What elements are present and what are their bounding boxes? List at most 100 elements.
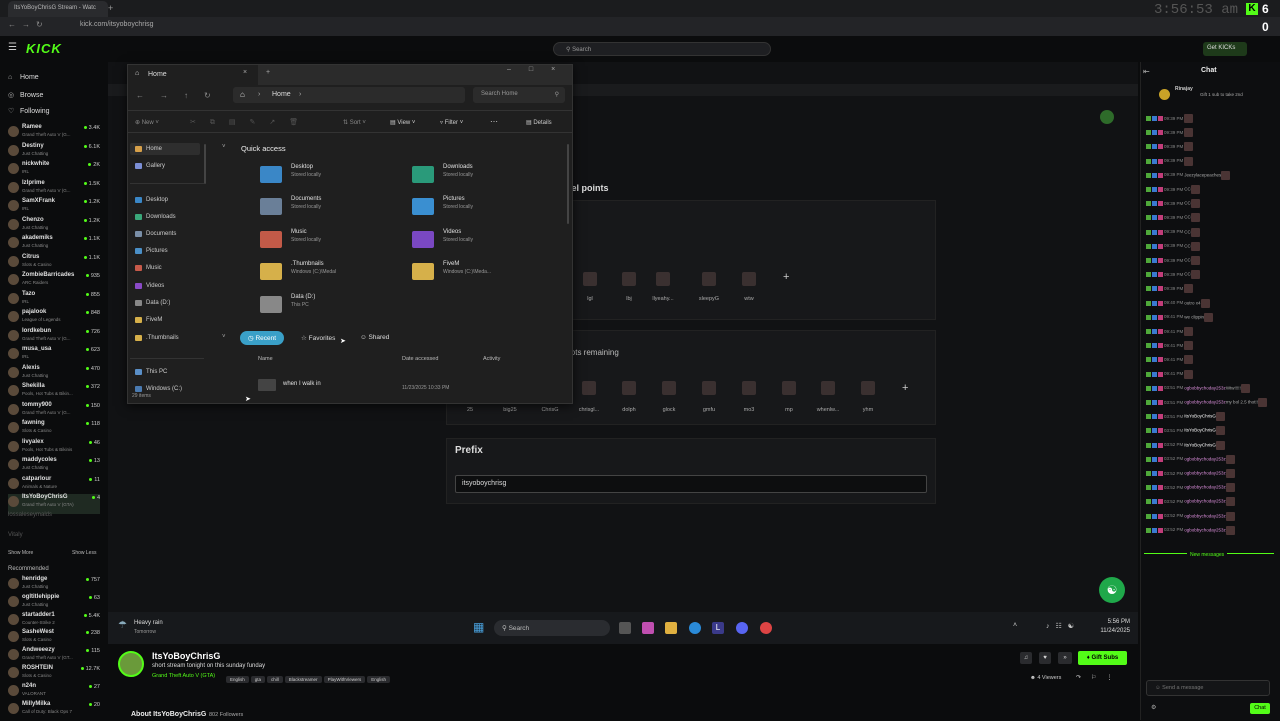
explorer-nav-item[interactable]: Gallery — [130, 160, 200, 172]
chat-message[interactable]: 09:39 PMCC — [1146, 241, 1274, 256]
obs-icon[interactable] — [760, 622, 772, 634]
task-view-icon[interactable] — [619, 622, 631, 634]
channel-item[interactable]: Ramee Grand Theft Auto V (G... 3.4K — [8, 124, 100, 144]
weather-icon[interactable]: ☂ — [118, 620, 130, 632]
channel-item[interactable]: akademiks Just Chatting 1.1K — [8, 235, 100, 255]
chat-message[interactable]: 09:41 PMwe clippin — [1146, 312, 1274, 327]
window-controls[interactable]: –□× — [507, 66, 573, 73]
chat-username[interactable]: ogbobbychoday253z — [1184, 499, 1226, 504]
new-button[interactable]: ⊕ New ˅ — [135, 119, 159, 126]
chat-message[interactable]: 03:52 PMogbobbychoday253z — [1146, 483, 1274, 497]
stream-tag[interactable]: PlayWithViewers — [323, 676, 366, 683]
add-emote-button[interactable]: + — [783, 271, 789, 283]
channel-item[interactable]: Chenzo Just Chatting 1.2K — [8, 217, 100, 237]
search-input[interactable]: ⚲ Search — [553, 42, 771, 56]
column-date-accessed[interactable]: Date accessed — [402, 356, 438, 362]
menu-icon[interactable]: ☰ — [8, 42, 17, 53]
chat-message[interactable]: 03:51 PMogbobbychoday253zmy bol 2.5 thot… — [1146, 398, 1274, 412]
chat-message[interactable]: 03:51 PMItsYoBoyChrisG — [1146, 426, 1274, 440]
chat-username[interactable]: ogbobbychoday253z — [1184, 527, 1226, 532]
explorer-nav-item[interactable]: Home — [130, 143, 200, 155]
folder-icon[interactable] — [412, 263, 434, 280]
sidebar-item-home[interactable]: ⌂ Home — [8, 74, 39, 81]
channel-item[interactable]: Citrus Slots & Casino 1.1K — [8, 254, 100, 274]
avatar[interactable] — [1100, 110, 1114, 124]
column-name[interactable]: Name — [258, 356, 273, 362]
channel-item[interactable]: maddycoles Just Chatting 13 — [8, 457, 100, 477]
chat-message[interactable]: 09:39 PMCC — [1146, 256, 1274, 270]
channel-item[interactable]: fawning Slots & Casino 118 — [8, 420, 100, 440]
show-less-button[interactable]: Show Less — [72, 550, 96, 556]
emote-image[interactable] — [742, 272, 756, 286]
channel-item[interactable]: ZombieBarricades ARC Raiders 935 — [8, 272, 100, 292]
stream-tag[interactable]: English — [226, 676, 249, 683]
folder-icon[interactable] — [412, 231, 434, 248]
chat-message[interactable]: 09:39 PM — [1146, 156, 1274, 171]
chat-message[interactable]: 09:39 PMCC — [1146, 270, 1274, 284]
chat-message[interactable]: 09:39 PMCC — [1146, 227, 1274, 242]
taskbar-time[interactable]: 5:56 PM — [1100, 619, 1130, 625]
emote-image[interactable] — [821, 381, 835, 395]
channel-item[interactable]: Tazo IRL 855 — [8, 291, 100, 311]
edge-icon[interactable] — [689, 622, 701, 634]
browser-tab[interactable]: ItsYoBoyChrisG Stream - Watc — [8, 1, 108, 17]
folder-icon[interactable] — [412, 198, 434, 215]
folder-icon[interactable] — [260, 231, 282, 248]
channel-item[interactable]: tommy900 Grand Theft Auto V (G... 150 — [8, 402, 100, 422]
taskbar-date[interactable]: 11/24/2025 — [1090, 628, 1130, 634]
favorites-tab[interactable]: ☆ Favorites — [293, 331, 343, 345]
new-tab-icon[interactable]: + — [266, 69, 270, 76]
settings-icon[interactable]: ⚙ — [1151, 704, 1156, 711]
chat-username[interactable]: ogbobbychoday253z — [1184, 385, 1226, 390]
chevron-down-icon[interactable]: ˅ — [222, 144, 226, 150]
chevron-right-icon[interactable]: › — [299, 91, 301, 98]
view-button[interactable]: ▤ View ˅ — [390, 119, 415, 126]
explorer-nav-buttons[interactable]: ←→↑↻ — [136, 91, 227, 100]
channel-item[interactable]: Destiny Just Chatting 6.1K — [8, 143, 100, 163]
pinned-user[interactable]: Rinajay — [1175, 86, 1193, 92]
chevron-up-icon[interactable]: ˄ — [1013, 622, 1017, 629]
explorer-nav-item[interactable]: Desktop — [130, 194, 200, 206]
stream-tag[interactable]: English — [367, 676, 391, 683]
chat-message[interactable]: 03:51 PMItsYoBoyChrisG — [1146, 412, 1274, 426]
channel-item[interactable]: SamXFrank IRL 1.2K — [8, 198, 100, 218]
chat-message-input[interactable]: ☺ Send a message — [1146, 680, 1270, 696]
chat-username[interactable]: ogbobbychoday253z — [1184, 400, 1226, 405]
support-icon[interactable]: ☯ — [1099, 577, 1125, 603]
discord-icon[interactable] — [736, 622, 748, 634]
emote-image[interactable] — [656, 272, 670, 286]
chat-username[interactable]: ogbobbychoday253z — [1184, 471, 1226, 476]
folder-name[interactable]: Downloads — [443, 164, 473, 170]
url-field[interactable]: kick.com/itsyoboychrisg — [80, 21, 154, 28]
chat-message[interactable]: 03:52 PMogbobbychoday253z — [1146, 454, 1274, 469]
chat-message[interactable]: 03:52 PMogbobbychoday253z — [1146, 511, 1274, 526]
sidebar-item-browse[interactable]: ◎ Browse — [8, 91, 43, 99]
explorer-nav-item[interactable]: .Thumbnails — [130, 332, 200, 344]
emote-image[interactable] — [861, 381, 875, 395]
channel-item[interactable]: Shekilla Pools, Hot Tubs & Bikin... 372 — [8, 383, 100, 403]
folder-name[interactable]: Desktop — [291, 164, 313, 170]
emote-image[interactable] — [702, 381, 716, 395]
system-tray-icons[interactable]: ♪☷☯ — [1046, 622, 1080, 630]
chat-message[interactable]: 09:39 PM — [1146, 142, 1274, 156]
channel-item[interactable]: Alexis Just Chatting 470 — [8, 365, 100, 385]
chat-message[interactable]: 09:41 PM — [1146, 341, 1274, 355]
sidebar-item-following[interactable]: ♡ Following — [8, 107, 50, 115]
more-options-icon[interactable]: ⋯ — [490, 117, 498, 126]
nav-scrollbar[interactable] — [204, 144, 206, 184]
explorer-nav-item[interactable]: Music — [130, 262, 200, 274]
filter-button[interactable]: ▿ Filter ˅ — [440, 119, 463, 126]
chat-message[interactable]: 09:41 PM — [1146, 327, 1274, 341]
emote-image[interactable] — [582, 381, 596, 395]
emote-image[interactable] — [742, 381, 756, 395]
folder-name[interactable]: Documents — [291, 196, 321, 202]
folder-name[interactable]: Pictures — [443, 196, 465, 202]
folder-icon[interactable] — [260, 296, 282, 313]
explorer-nav-item[interactable]: Videos — [130, 280, 200, 292]
folder-icon[interactable] — [260, 198, 282, 215]
sort-button[interactable]: ⇅ Sort ˅ — [343, 119, 366, 126]
show-more-button[interactable]: Show More — [8, 550, 33, 556]
folder-name[interactable]: FiveM — [443, 261, 459, 267]
collapse-chat-icon[interactable]: ⇤ — [1143, 67, 1150, 76]
streamer-avatar[interactable] — [118, 651, 144, 677]
